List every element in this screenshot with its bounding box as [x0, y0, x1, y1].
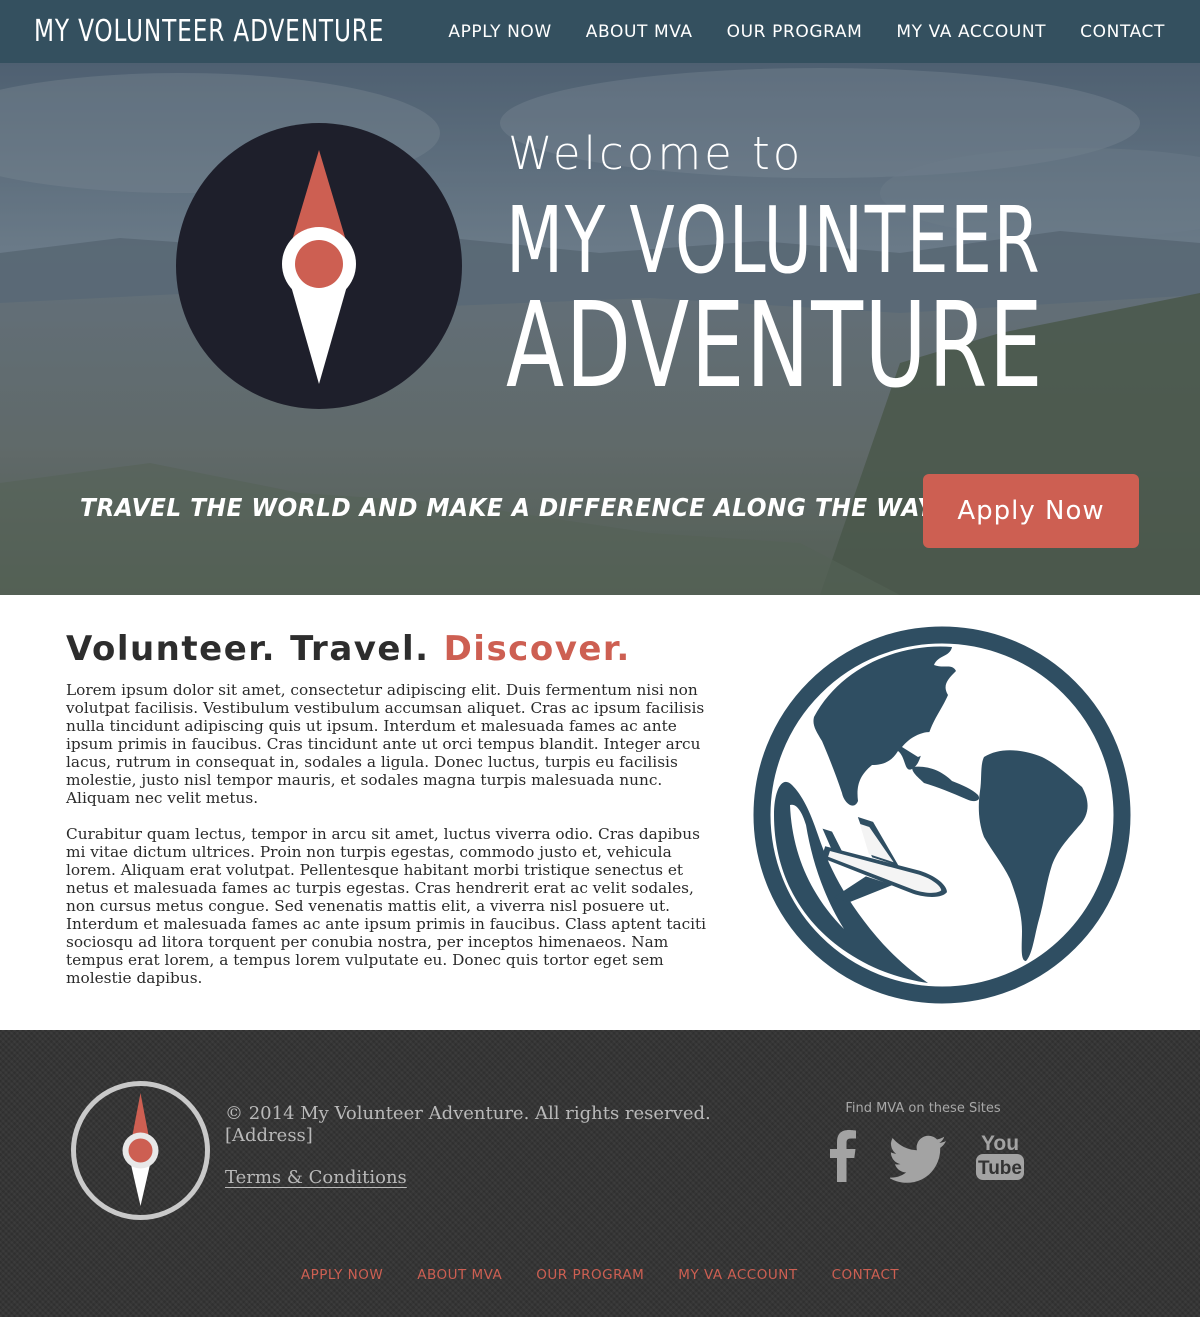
nav-about-mva[interactable]: ABOUT MVA [586, 22, 693, 42]
footer-copyright: © 2014 My Volunteer Adventure. All right… [225, 1103, 711, 1147]
hero-tagline: TRAVEL THE WORLD AND MAKE A DIFFERENCE A… [80, 493, 935, 522]
footer-nav-my-va-account[interactable]: MY VA ACCOUNT [678, 1267, 797, 1283]
nav-my-va-account[interactable]: MY VA ACCOUNT [896, 22, 1046, 42]
copyright-text: © 2014 My Volunteer Adventure. All right… [225, 1103, 711, 1124]
nav-apply-now[interactable]: APPLY NOW [448, 22, 551, 42]
top-navbar: MY VOLUNTEER ADVENTURE APPLY NOW ABOUT M… [0, 0, 1200, 63]
footer-nav-about-mva[interactable]: ABOUT MVA [417, 1267, 502, 1283]
nav-contact[interactable]: CONTACT [1080, 22, 1165, 42]
nav-our-program[interactable]: OUR PROGRAM [727, 22, 863, 42]
globe-airplane-icon [753, 626, 1131, 1004]
footer-nav-apply-now[interactable]: APPLY NOW [301, 1267, 383, 1283]
heading-word-discover: Discover. [443, 629, 631, 669]
footer-nav: APPLY NOW ABOUT MVA OUR PROGRAM MY VA AC… [0, 1267, 1200, 1283]
footer-nav-contact[interactable]: CONTACT [832, 1267, 900, 1283]
brand-logo-text[interactable]: MY VOLUNTEER ADVENTURE [34, 14, 384, 49]
youtube-tube-text: Tube [978, 1158, 1022, 1179]
apply-now-button[interactable]: Apply Now [923, 474, 1139, 548]
heading-word-travel: Travel. [290, 629, 430, 669]
find-mva-label: Find MVA on these Sites [845, 1101, 1001, 1116]
hero-banner: Welcome to MY VOLUNTEER ADVENTURE TRAVEL… [0, 63, 1200, 595]
intro-section: Volunteer. Travel. Discover. Lorem ipsum d… [0, 595, 1200, 1030]
hero-welcome: Welcome to [508, 127, 804, 180]
main-nav: APPLY NOW ABOUT MVA OUR PROGRAM MY VA AC… [448, 0, 1165, 63]
footer-nav-our-program[interactable]: OUR PROGRAM [536, 1267, 644, 1283]
compass-logo-icon[interactable] [70, 1080, 211, 1221]
site-footer: © 2014 My Volunteer Adventure. All right… [0, 1030, 1200, 1317]
youtube-icon[interactable]: You Tube [975, 1130, 1025, 1182]
heading-word-volunteer: Volunteer. [66, 629, 277, 669]
intro-paragraph-1: Lorem ipsum dolor sit amet, consectetur … [66, 681, 705, 807]
terms-conditions-link[interactable]: Terms & Conditions [225, 1167, 407, 1188]
intro-paragraph-2: Curabitur quam lectus, tempor in arcu si… [66, 825, 707, 987]
footer-address: [Address] [225, 1125, 313, 1146]
twitter-icon[interactable] [890, 1134, 948, 1184]
youtube-you-text: You [981, 1132, 1019, 1155]
compass-icon [176, 123, 462, 409]
hero-title-line1: MY VOLUNTEER [506, 187, 1042, 294]
hero-title-line2: ADVENTURE [506, 276, 1045, 414]
facebook-icon[interactable] [825, 1130, 861, 1182]
section-heading: Volunteer. Travel. Discover. [66, 629, 631, 669]
